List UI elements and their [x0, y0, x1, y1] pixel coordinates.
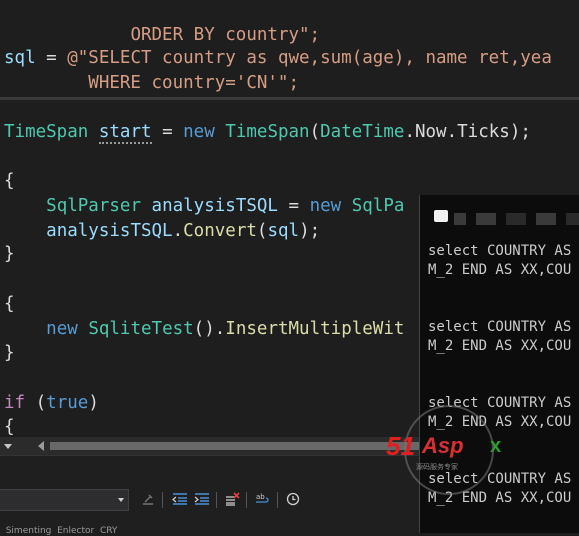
paren: ); [299, 221, 321, 241]
operator: = [151, 122, 184, 142]
type-name: TimeSpan [4, 122, 89, 142]
string-literal: WHERE country='CN'"; [4, 73, 300, 93]
verbatim-prefix: @ [67, 48, 78, 68]
paren: ( [25, 393, 47, 413]
brace: { [4, 417, 15, 437]
console-line: select COUNTRY AS [428, 243, 572, 259]
dot: . [214, 319, 226, 339]
blurred-title [476, 213, 496, 225]
console-line: select COUNTRY AS [428, 471, 572, 487]
console-line: M_2 END AS XX,COU [428, 414, 572, 430]
type-name: TimeSpan [225, 122, 310, 142]
chevron-down-icon [118, 498, 124, 502]
brace: { [4, 294, 15, 314]
paren: () [193, 319, 215, 339]
type-name: SqliteTest [88, 319, 194, 339]
argument: sql [267, 221, 300, 241]
keyword-true: true [46, 393, 89, 413]
method-call: InsertMultipleWit [225, 319, 405, 339]
console-titlebar[interactable] [420, 195, 579, 237]
toolbar-divider [246, 492, 247, 508]
operator: = [277, 196, 310, 216]
toolbar-divider [216, 492, 217, 508]
blurred-title [566, 213, 579, 225]
outdent-icon[interactable] [170, 489, 190, 509]
console-line: M_2 END AS XX,COU [428, 338, 572, 354]
code-line-11: } [4, 341, 15, 366]
output-pane: ab Simenting Enlector CRY [0, 455, 420, 536]
scrollbar-thumb[interactable] [50, 442, 420, 450]
code-line-4: TimeSpan start = new TimeSpan(DateTime.N… [4, 120, 531, 145]
build-icon[interactable] [138, 489, 158, 509]
scroll-left-arrow[interactable] [38, 441, 44, 451]
variable-sql: sql [4, 48, 36, 68]
keyword-new: new [309, 196, 342, 216]
toolbar-divider [277, 492, 278, 508]
type-name: SqlPa [351, 196, 405, 216]
svg-text:ab: ab [256, 493, 265, 501]
dot: . [446, 122, 458, 142]
brace: } [4, 343, 15, 363]
blurred-title [536, 213, 556, 225]
code-line-12: if (true) [4, 391, 99, 416]
blurred-title [506, 213, 526, 225]
type-name: SqlParser [46, 196, 141, 216]
operator: = [35, 48, 68, 68]
dot: . [404, 122, 415, 142]
keyword-if: if [4, 393, 26, 413]
type-name: DateTime [320, 122, 405, 142]
keyword-new: new [46, 319, 78, 339]
brace: } [4, 244, 15, 264]
horizontal-scrollbar[interactable] [0, 437, 420, 455]
code-line-6: SqlParser analysisTSQL = new SqlPa [4, 194, 404, 219]
code-line-2: sql = @"SELECT country as qwe,sum(age), … [4, 46, 552, 71]
code-line-5: { [4, 169, 15, 194]
paren: ) [88, 393, 99, 413]
window-icon [434, 210, 448, 222]
status-text: Simenting Enlector CRY [0, 526, 118, 536]
blurred-title [454, 213, 466, 225]
property: Ticks [457, 122, 510, 142]
console-line: M_2 END AS XX,COU [428, 490, 572, 506]
keyword-new: new [183, 122, 215, 142]
string-literal: ORDER BY country"; [46, 25, 321, 45]
paren: ( [256, 221, 268, 241]
dot: . [172, 221, 184, 241]
variable-start: start [98, 122, 152, 144]
console-line: M_2 END AS XX,COU [428, 262, 572, 278]
wrap-icon[interactable]: ab [253, 489, 273, 509]
console-window[interactable]: select COUNTRY AS M_2 END AS XX,COU sele… [419, 195, 579, 533]
code-line-10: new SqliteTest().InsertMultipleWit [4, 317, 404, 342]
string-literal: "SELECT country as qwe,sum(age), name re… [77, 48, 552, 68]
paren: ( [309, 122, 321, 142]
output-source-dropdown[interactable] [0, 489, 129, 511]
chevron-down-icon[interactable] [4, 444, 12, 449]
section-divider [0, 97, 579, 100]
code-line-7: analysisTSQL.Convert(sql); [4, 219, 320, 244]
console-line: select COUNTRY AS [428, 319, 572, 335]
code-line-8: } [4, 242, 15, 267]
clock-icon[interactable] [283, 489, 303, 509]
delete-icon[interactable] [223, 489, 243, 509]
paren: ); [509, 122, 531, 142]
code-line-9: { [4, 292, 15, 317]
code-line-3: WHERE country='CN'"; [4, 71, 299, 96]
code-line-1: ORDER BY country"; [4, 0, 320, 45]
variable-analysis: analysisTSQL [46, 221, 173, 241]
toolbar-divider [162, 492, 163, 508]
method-call: Convert [183, 221, 257, 241]
property: Now [414, 122, 447, 142]
brace: { [4, 171, 15, 191]
console-line: select COUNTRY AS [428, 395, 572, 411]
variable-analysis: analysisTSQL [151, 196, 278, 216]
indent-icon[interactable] [192, 489, 212, 509]
